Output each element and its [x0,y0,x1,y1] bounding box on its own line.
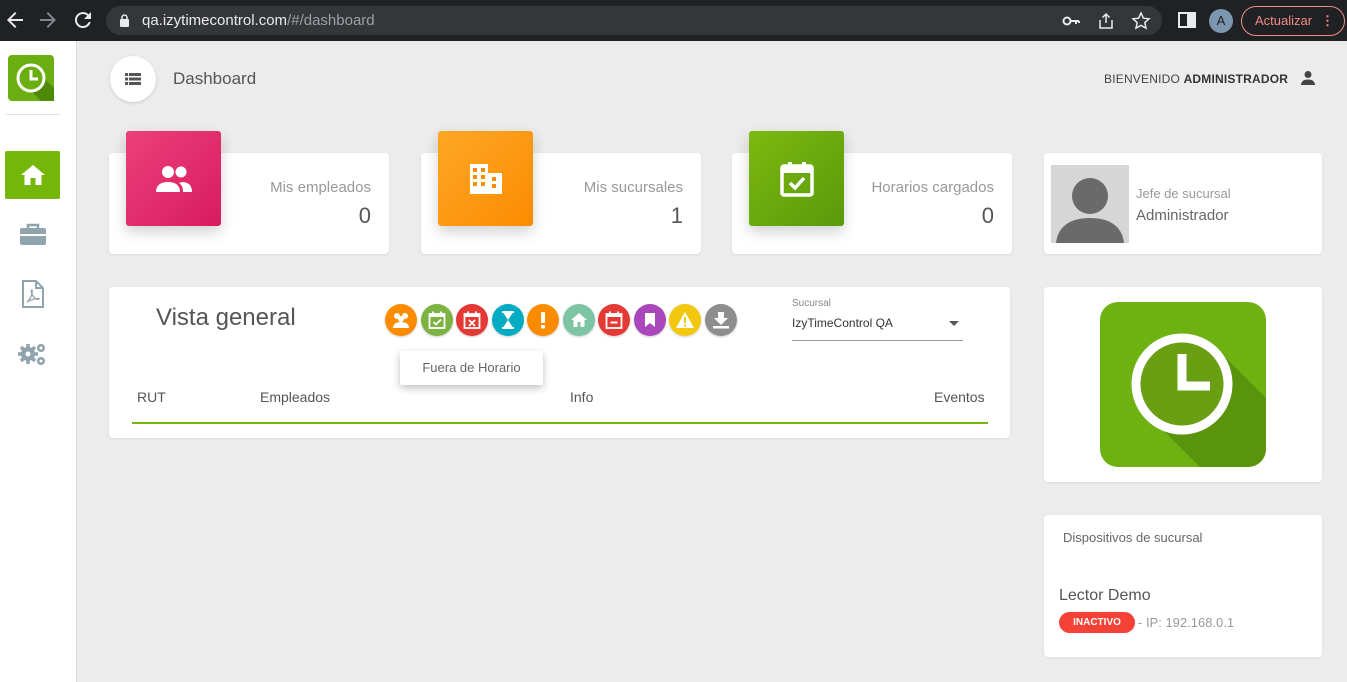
branch-select[interactable]: IzyTimeControl QA [792,314,963,341]
clock-icon [1131,333,1266,467]
stat-label: Horarios cargados [871,179,994,196]
app-logo[interactable] [8,55,54,101]
table-header-divider [132,422,988,424]
hourglass-icon [501,311,514,329]
branch-select-label: Sucursal [792,298,831,309]
filter-all-button[interactable] [385,304,417,336]
device-name[interactable]: Lector Demo [1059,587,1151,605]
filter-tooltip: Fuera de Horario [400,351,543,385]
more-icon: ⋮ [1321,13,1334,28]
overview-title: Vista general [156,304,296,331]
filter-button-row [385,304,737,336]
page-title: Dashboard [173,69,257,88]
stat-icon-box [126,131,221,226]
stat-card-employees[interactable]: Mis empleados 0 [109,131,389,254]
address-bar[interactable]: qa.izytimecontrol.com/#/dashboard [106,6,1162,35]
share-icon[interactable] [1096,11,1116,31]
bookmark-icon [644,313,655,327]
filter-on-schedule-button[interactable] [420,304,453,336]
filter-alert-button[interactable] [527,304,559,336]
lock-icon [120,14,129,27]
reload-icon[interactable] [71,8,95,32]
sidebar-item-home[interactable] [5,151,60,199]
stat-label: Mis empleados [270,179,371,196]
sidebar-item-settings[interactable] [5,330,60,378]
column-header-rut[interactable]: RUT [137,389,166,405]
stat-card-branches[interactable]: Mis sucursales 1 [421,131,701,254]
column-header-events[interactable]: Eventos [934,389,985,405]
stat-value: 1 [670,203,683,228]
sidebar [0,41,77,682]
browser-toolbar: qa.izytimecontrol.com/#/dashboard A Actu… [0,0,1347,41]
menu-toggle-button[interactable] [110,56,156,102]
stat-icon-box [749,131,844,226]
brand-logo-card [1044,287,1322,482]
filter-absent-button[interactable] [456,304,488,336]
star-icon[interactable] [1131,11,1151,31]
sidebar-divider [6,114,60,115]
device-ip: - IP: 192.168.0.1 [1138,615,1235,630]
url-text: qa.izytimecontrol.com/#/dashboard [142,12,375,29]
avatar [1051,165,1129,243]
list-icon [125,73,141,85]
home-icon [570,313,587,327]
warning-icon [676,312,694,328]
key-icon[interactable] [1061,11,1081,31]
people-icon [155,165,192,192]
building-icon [469,163,502,194]
devices-title: Dispositivos de sucursal [1063,530,1203,545]
calendar-x-icon [463,311,481,329]
back-icon[interactable] [3,8,27,32]
stat-card-schedules[interactable]: Horarios cargados 0 [732,131,1012,254]
stat-value: 0 [981,203,994,228]
profile-role: Jefe de sucursal [1136,186,1231,201]
filter-warning-button[interactable] [669,304,701,336]
status-badge: INACTIVO [1059,612,1135,633]
welcome-text: BIENVENIDO ADMINISTRADOR [1104,72,1289,86]
brand-logo [1100,302,1266,467]
calendar-check-icon [779,161,814,197]
filter-leave-button[interactable] [633,304,666,336]
devices-card: Dispositivos de sucursal Lector Demo INA… [1044,515,1322,657]
profile-name: Administrador [1136,207,1229,224]
sidebar-item-branches[interactable] [5,210,60,258]
stat-label: Mis sucursales [583,179,683,196]
column-header-info[interactable]: Info [570,389,593,405]
sidebar-item-reports[interactable] [5,270,60,318]
stat-icon-box [438,131,533,226]
home-icon [20,165,45,185]
pdf-file-icon [21,280,44,308]
calendar-check-icon [428,311,445,329]
gears-icon [17,344,45,365]
profile-avatar[interactable]: A [1209,9,1233,33]
branch-select-value: IzyTimeControl QA [792,316,893,330]
briefcase-icon [19,223,46,245]
calendar-minus-icon [605,311,623,329]
side-panel-icon[interactable] [1177,10,1197,30]
download-button[interactable] [704,304,737,336]
exclamation-icon [541,312,545,329]
filter-remote-button[interactable] [562,304,595,336]
download-icon [712,312,729,329]
overview-card: Vista general Fuera de Horario Sucursal … [109,287,1010,438]
update-button[interactable]: Actualizar ⋮ [1241,6,1345,36]
person-silhouette-icon [1056,178,1124,243]
group-icon [393,313,409,328]
chevron-down-icon [949,321,959,326]
filter-pending-button[interactable] [491,304,524,336]
clock-icon [16,63,54,101]
filter-off-schedule-button[interactable] [598,304,630,336]
forward-icon[interactable] [36,8,60,32]
column-header-employees[interactable]: Empleados [260,389,330,405]
profile-card: Jefe de sucursal Administrador [1044,153,1322,254]
stat-value: 0 [358,203,371,228]
user-icon[interactable] [1300,70,1316,86]
